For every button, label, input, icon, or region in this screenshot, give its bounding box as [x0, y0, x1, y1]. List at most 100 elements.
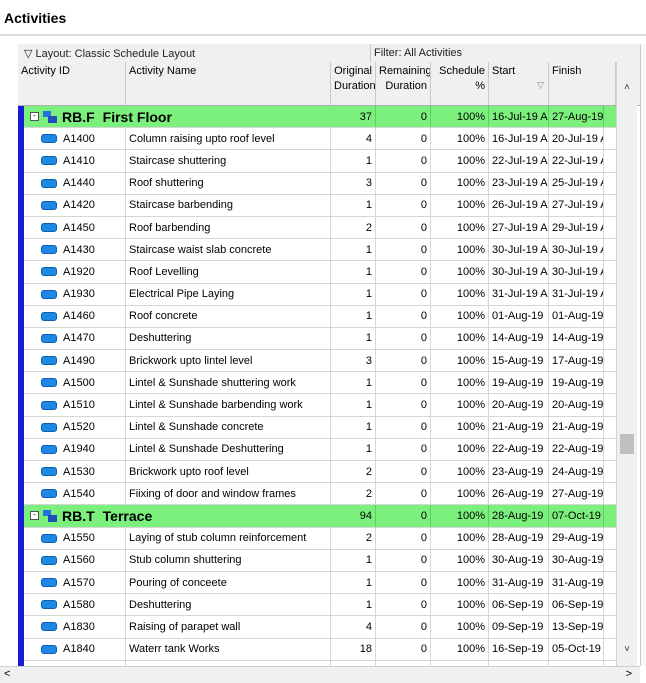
table-row[interactable]: A1500 Lintel & Sunshade shuttering work … — [24, 372, 616, 395]
wbs-name: First Floor — [102, 108, 172, 125]
wbs-group-row[interactable]: - RB.T Terrace 94 0 100% 28-Aug-19 07-Oc… — [24, 505, 616, 528]
scroll-down-icon[interactable]: ˅ — [617, 644, 637, 658]
finish-cell: 07-Oct-19 — [549, 505, 604, 527]
scroll-left-icon[interactable]: < — [4, 668, 10, 680]
activity-name-cell: Lintel & Sunshade shuttering work — [126, 372, 331, 394]
scroll-up-icon[interactable]: ˄ — [617, 82, 637, 96]
scroll-thumb[interactable] — [620, 434, 634, 454]
column-header-original-duration[interactable]: Original Duration — [331, 62, 376, 105]
table-row[interactable]: A1920 Roof Levelling 1 0 100% 30-Jul-19 … — [24, 261, 616, 284]
activity-name-cell: Roof concrete — [126, 305, 331, 327]
table-row[interactable]: A1520 Lintel & Sunshade concrete 1 0 100… — [24, 416, 616, 439]
table-row[interactable]: A1440 Roof shuttering 3 0 100% 23-Jul-19… — [24, 172, 616, 195]
activity-id-cell: A1550 — [24, 527, 126, 549]
activity-id-cell: A1530 — [24, 461, 126, 483]
activity-id-cell: A1520 — [24, 416, 126, 438]
remaining-duration-cell: 0 — [376, 350, 431, 372]
table-row[interactable]: A1530 Brickwork upto roof level 2 0 100%… — [24, 461, 616, 484]
column-header-start[interactable]: Start ▽ — [489, 62, 549, 105]
start-cell: 20-Aug-19 — [489, 394, 549, 416]
table-row[interactable]: A1570 Pouring of conceete 1 0 100% 31-Au… — [24, 571, 616, 595]
scroll-right-icon[interactable]: > — [626, 668, 632, 680]
remaining-duration-cell: 0 — [376, 527, 431, 549]
activity-name-cell: Fiixing of door and window frames — [126, 483, 331, 505]
schedule-percent-cell: 100% — [431, 283, 489, 305]
splitter[interactable] — [640, 44, 646, 666]
activity-name-cell: Waterr tank Works — [126, 638, 331, 660]
activity-name-cell: Lintel & Sunshade barbending work — [126, 394, 331, 416]
schedule-percent-cell: 100% — [431, 505, 489, 527]
activity-id-cell: A1440 — [24, 172, 126, 194]
start-cell: 16-Jul-19 A — [489, 128, 549, 150]
table-row[interactable]: A1550 Laying of stub column reinforcemen… — [24, 527, 616, 550]
remaining-duration-cell: 0 — [376, 549, 431, 571]
remaining-duration-cell: 0 — [376, 461, 431, 483]
table-row[interactable]: A1580 Deshuttering 1 0 100% 06-Sep-19 06… — [24, 594, 616, 617]
column-header-schedule-percent[interactable]: Schedule% — [431, 62, 489, 105]
horizontal-scrollbar[interactable]: < > — [0, 666, 640, 683]
remaining-duration-cell: 0 — [376, 327, 431, 350]
activity-bar-icon — [41, 134, 57, 144]
table-row[interactable]: A1450 Roof barbending 2 0 100% 27-Jul-19… — [24, 216, 616, 240]
table-row[interactable]: A1540 Fiixing of door and window frames … — [24, 483, 616, 506]
finish-cell: 30-Aug-19 — [549, 549, 604, 571]
finish-cell: 06-Sep-19 — [549, 594, 604, 616]
start-cell: 23-Jul-19 A — [489, 172, 549, 194]
table-row[interactable]: A1400 Column raising upto roof level 4 0… — [24, 128, 616, 151]
layout-selector[interactable]: ▽ Layout: Classic Schedule Layout — [24, 47, 195, 60]
start-cell: 30-Aug-19 — [489, 549, 549, 571]
activity-id: A1500 — [63, 376, 95, 389]
table-row[interactable]: A1490 Brickwork upto lintel level 3 0 10… — [24, 350, 616, 373]
column-header-activity-name[interactable]: Activity Name — [126, 62, 331, 105]
remaining-duration-cell: 0 — [376, 261, 431, 283]
activity-id: A1530 — [63, 465, 95, 478]
activity-id: A1920 — [63, 265, 95, 278]
table-row[interactable]: A1460 Roof concrete 1 0 100% 01-Aug-19 0… — [24, 305, 616, 328]
original-duration-cell: 3 — [331, 172, 376, 194]
collapse-icon[interactable]: - — [30, 112, 39, 122]
activity-bar-icon — [41, 578, 57, 588]
original-duration-cell: 1 — [331, 438, 376, 460]
activity-id-cell: A1450 — [24, 216, 126, 239]
table-row[interactable]: A1420 Staircase barbending 1 0 100% 26-J… — [24, 194, 616, 217]
schedule-percent-cell: 100% — [431, 571, 489, 594]
column-header-remaining-duration[interactable]: Remaining Duration — [376, 62, 431, 105]
activity-id-cell: A1920 — [24, 261, 126, 283]
column-header-label: Activity ID — [21, 65, 70, 77]
vertical-scrollbar[interactable]: ˄ ˅ — [616, 62, 637, 666]
finish-cell: 27-Jul-19 A — [549, 194, 604, 216]
activity-id: A1540 — [63, 487, 95, 500]
wbs-group-row[interactable]: - RB.F First Floor 37 0 100% 16-Jul-19 A… — [24, 106, 616, 129]
column-header-activity-id[interactable]: Activity ID — [18, 62, 126, 105]
sort-filter-icon: ▽ — [537, 80, 544, 90]
column-header-finish[interactable]: Finish — [549, 62, 616, 105]
filter-label[interactable]: Filter: All Activities — [374, 47, 462, 59]
table-row[interactable]: A1560 Stub column shuttering 1 0 100% 30… — [24, 549, 616, 572]
schedule-percent-cell: 100% — [431, 216, 489, 239]
original-duration-cell: 1 — [331, 549, 376, 571]
activity-name-cell: Raising of parapet wall — [126, 616, 331, 638]
table-row[interactable]: A1470 Deshuttering 1 0 100% 14-Aug-19 14… — [24, 327, 616, 351]
table-row[interactable]: A1510 Lintel & Sunshade barbending work … — [24, 394, 616, 417]
finish-cell: 30-Jul-19 A — [549, 261, 604, 283]
wbs-name-cell: - RB.T Terrace — [24, 505, 331, 526]
table-row[interactable]: A1830 Raising of parapet wall 4 0 100% 0… — [24, 616, 616, 639]
activity-name-cell: Brickwork upto lintel level — [126, 350, 331, 372]
activity-id: A1580 — [63, 598, 95, 611]
activity-id-cell: A1570 — [24, 571, 126, 594]
activity-id-cell: A1840 — [24, 638, 126, 660]
collapse-icon[interactable]: - — [30, 511, 39, 521]
start-cell: 19-Aug-19 — [489, 372, 549, 394]
activity-id-cell: A1500 — [24, 372, 126, 394]
activity-id-cell: A1540 — [24, 483, 126, 505]
remaining-duration-cell: 0 — [376, 239, 431, 261]
table-row[interactable]: A1430 Staircase waist slab concrete 1 0 … — [24, 239, 616, 262]
schedule-percent-cell: 100% — [431, 372, 489, 394]
activity-id: A1460 — [63, 310, 95, 323]
table-row[interactable]: A1930 Electrical Pipe Laying 1 0 100% 31… — [24, 283, 616, 306]
table-row[interactable]: A1840 Waterr tank Works 18 0 100% 16-Sep… — [24, 638, 616, 661]
table-row[interactable]: A1410 Staircase shuttering 1 0 100% 22-J… — [24, 150, 616, 173]
table-row[interactable]: A1940 Lintel & Sunshade Deshuttering 1 0… — [24, 438, 616, 461]
activity-id: A1570 — [63, 576, 95, 589]
remaining-duration-cell: 0 — [376, 571, 431, 594]
